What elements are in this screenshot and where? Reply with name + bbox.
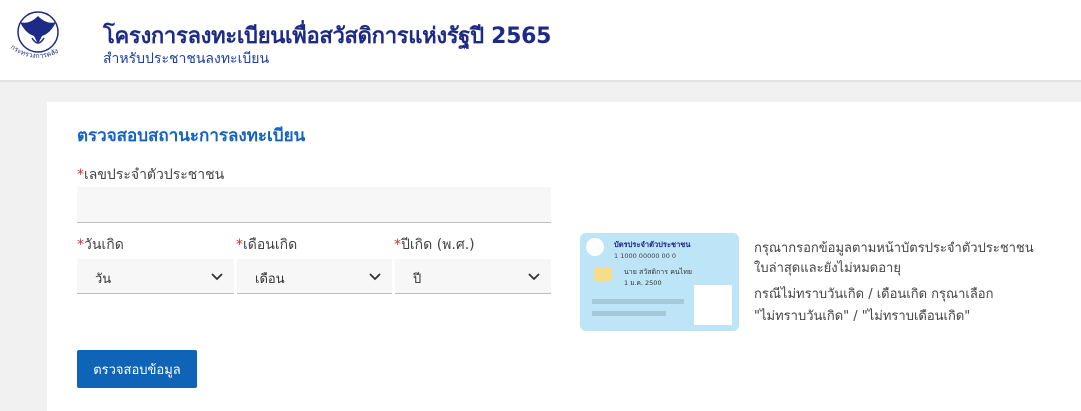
- help-text-line: "ไม่ทราบวันเกิด" / "ไม่ทราบเดือนเกิด": [754, 309, 971, 324]
- garuda-emblem-icon: กระทรวงการคลัง: [9, 11, 60, 60]
- birth-day-select[interactable]: วัน: [77, 259, 234, 294]
- id-number-input[interactable]: [77, 187, 551, 223]
- help-text-line: กรุณากรอกข้อมูลตามหน้าบัตรประจำตัวประชาช…: [754, 241, 1034, 256]
- id-card-photo: [694, 285, 732, 325]
- birth-day-value: วัน: [95, 272, 112, 287]
- site-subtitle: สำหรับประชาชนลงทะเบียน: [103, 51, 270, 67]
- form-title: ตรวจสอบสถานะการลงทะเบียน: [77, 126, 306, 146]
- birth-month-value: เดือน: [255, 272, 285, 287]
- id-card-line: [592, 311, 666, 316]
- required-mark: *: [77, 237, 84, 253]
- status-check-card: ตรวจสอบสถานะการลงทะเบียน *เลขประจำตัวประ…: [47, 102, 1081, 411]
- id-card-illustration: บัตรประจำตัวประชาชน 1 1000 00000 00 0 นา…: [580, 233, 739, 331]
- id-number-label-text: เลขประจำตัวประชาชน: [84, 167, 225, 183]
- site-header: กระทรวงการคลัง โครงการลงทะเบียนเพื่อสวัส…: [0, 0, 1081, 82]
- birth-day-label: *วันเกิด: [77, 234, 124, 256]
- birth-day-label-text: วันเกิด: [84, 237, 124, 253]
- id-card-chip: [594, 267, 612, 281]
- id-card-number: 1 1000 00000 00 0: [614, 252, 676, 260]
- birth-year-value: ปี: [413, 272, 422, 287]
- help-text-line: กรณีไม่ทราบวันเกิด / เดือนเกิด กรุณาเลือ…: [754, 287, 994, 302]
- required-mark: *: [394, 237, 401, 253]
- required-mark: *: [236, 237, 243, 253]
- id-card-line: [592, 299, 684, 304]
- id-card-title: บัตรประจำตัวประชาชน: [614, 240, 691, 249]
- id-card-emblem: [586, 238, 604, 256]
- birth-year-select[interactable]: ปี: [395, 259, 551, 294]
- chevron-down-icon: [528, 273, 540, 281]
- id-number-label: *เลขประจำตัวประชาชน: [77, 164, 224, 186]
- birth-year-label-text: ปีเกิด (พ.ศ.): [401, 237, 475, 253]
- id-card-name: นาย สวัสดิการ คนไทย: [624, 267, 692, 276]
- check-data-button[interactable]: ตรวจสอบข้อมูล: [77, 350, 197, 388]
- required-mark: *: [77, 167, 84, 183]
- chevron-down-icon: [211, 273, 223, 281]
- birth-month-select[interactable]: เดือน: [237, 259, 392, 294]
- help-text-line: ใบล่าสุดและยังไม่หมดอายุ: [754, 261, 901, 276]
- birth-year-label: *ปีเกิด (พ.ศ.): [394, 234, 475, 256]
- birth-month-label: *เดือนเกิด: [236, 234, 297, 256]
- id-card-dob: 1 ม.ค. 2500: [624, 279, 662, 287]
- chevron-down-icon: [369, 273, 381, 281]
- birth-month-label-text: เดือนเกิด: [243, 237, 298, 253]
